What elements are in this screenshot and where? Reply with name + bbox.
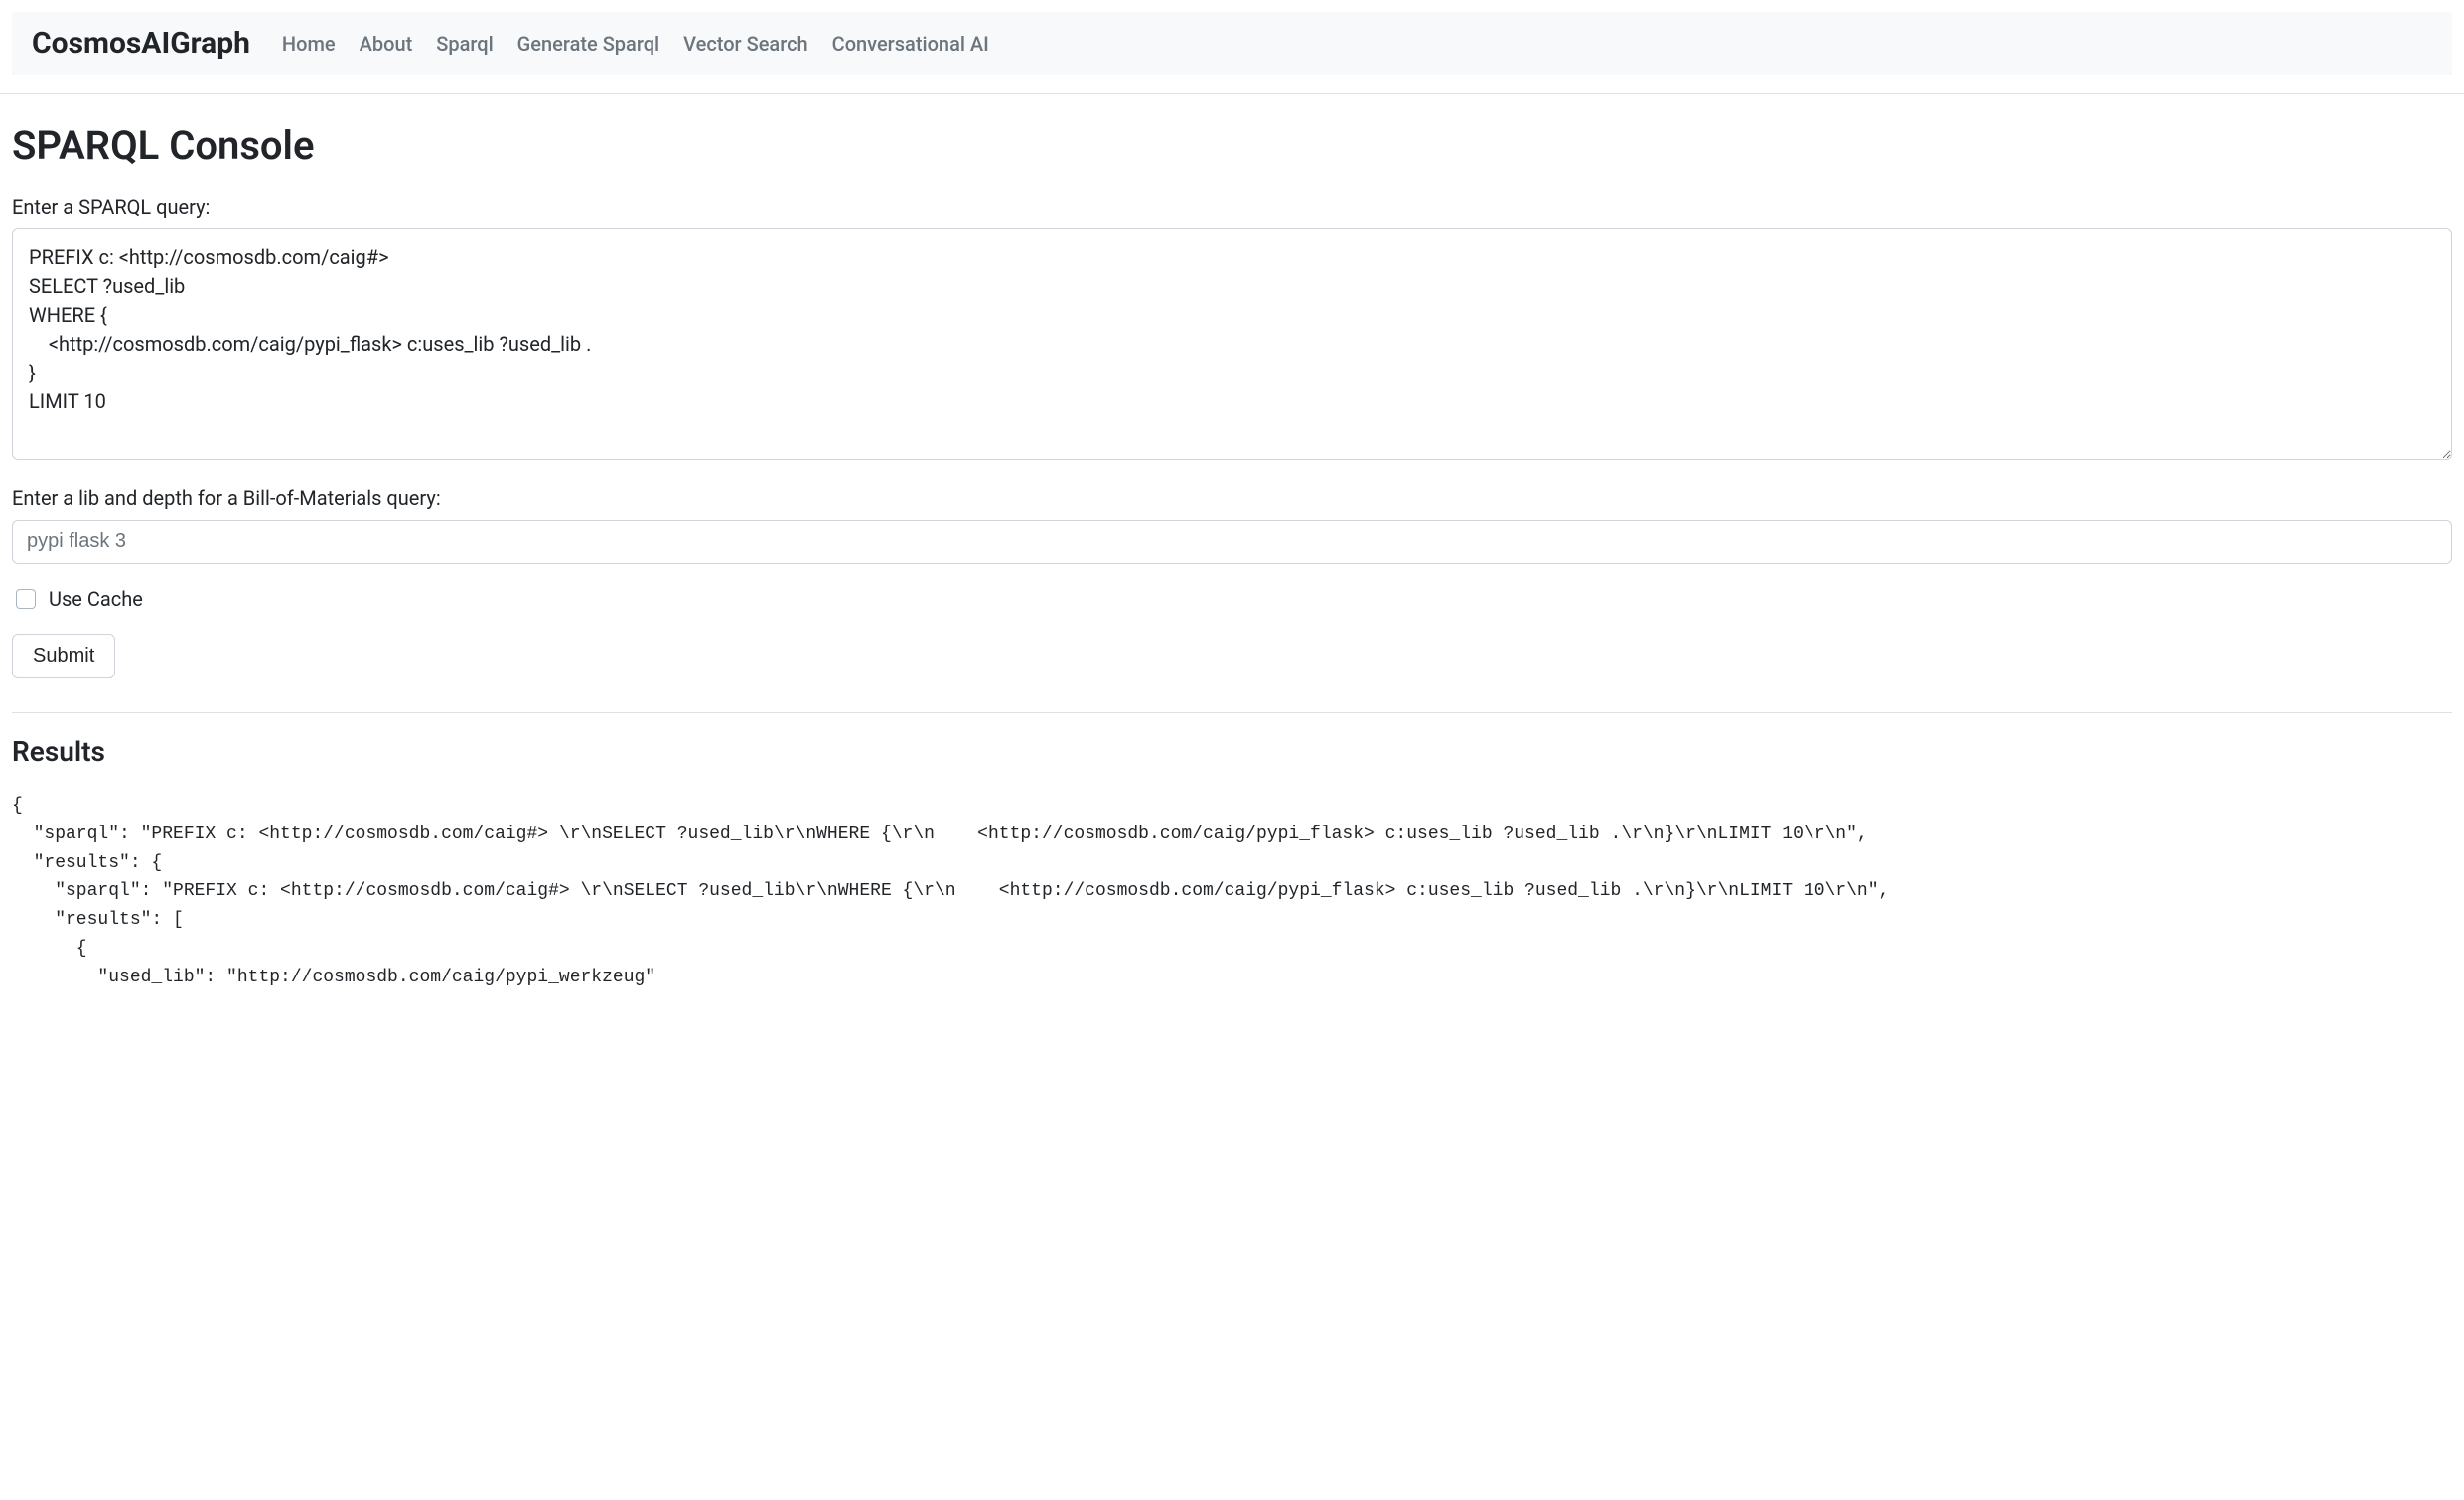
nav-link-conversational-ai[interactable]: Conversational AI	[832, 32, 989, 56]
use-cache-checkbox[interactable]	[16, 589, 36, 609]
submit-button[interactable]: Submit	[12, 634, 115, 678]
navbar-brand[interactable]: CosmosAIGraph	[32, 26, 250, 61]
nav-links: Home About Sparql Generate Sparql Vector…	[282, 32, 989, 56]
nav-link-home[interactable]: Home	[282, 32, 336, 56]
use-cache-label: Use Cache	[49, 587, 143, 611]
query-label: Enter a SPARQL query:	[12, 195, 2452, 219]
sparql-query-input[interactable]	[12, 228, 2452, 460]
results-divider	[12, 712, 2452, 713]
bom-label: Enter a lib and depth for a Bill-of-Mate…	[12, 486, 2452, 510]
results-content: { "sparql": "PREFIX c: <http://cosmosdb.…	[12, 792, 2452, 992]
page-title: SPARQL Console	[12, 122, 2452, 169]
results-title: Results	[12, 735, 2452, 768]
nav-link-sparql[interactable]: Sparql	[436, 32, 493, 56]
cache-check-group: Use Cache	[12, 586, 2452, 612]
query-form-group: Enter a SPARQL query:	[12, 195, 2452, 464]
navbar: CosmosAIGraph Home About Sparql Generate…	[12, 12, 2452, 75]
bom-input[interactable]	[12, 520, 2452, 564]
top-divider	[0, 93, 2464, 94]
nav-link-generate-sparql[interactable]: Generate Sparql	[517, 32, 659, 56]
nav-link-about[interactable]: About	[360, 32, 413, 56]
bom-form-group: Enter a lib and depth for a Bill-of-Mate…	[12, 486, 2452, 564]
nav-link-vector-search[interactable]: Vector Search	[683, 32, 808, 56]
